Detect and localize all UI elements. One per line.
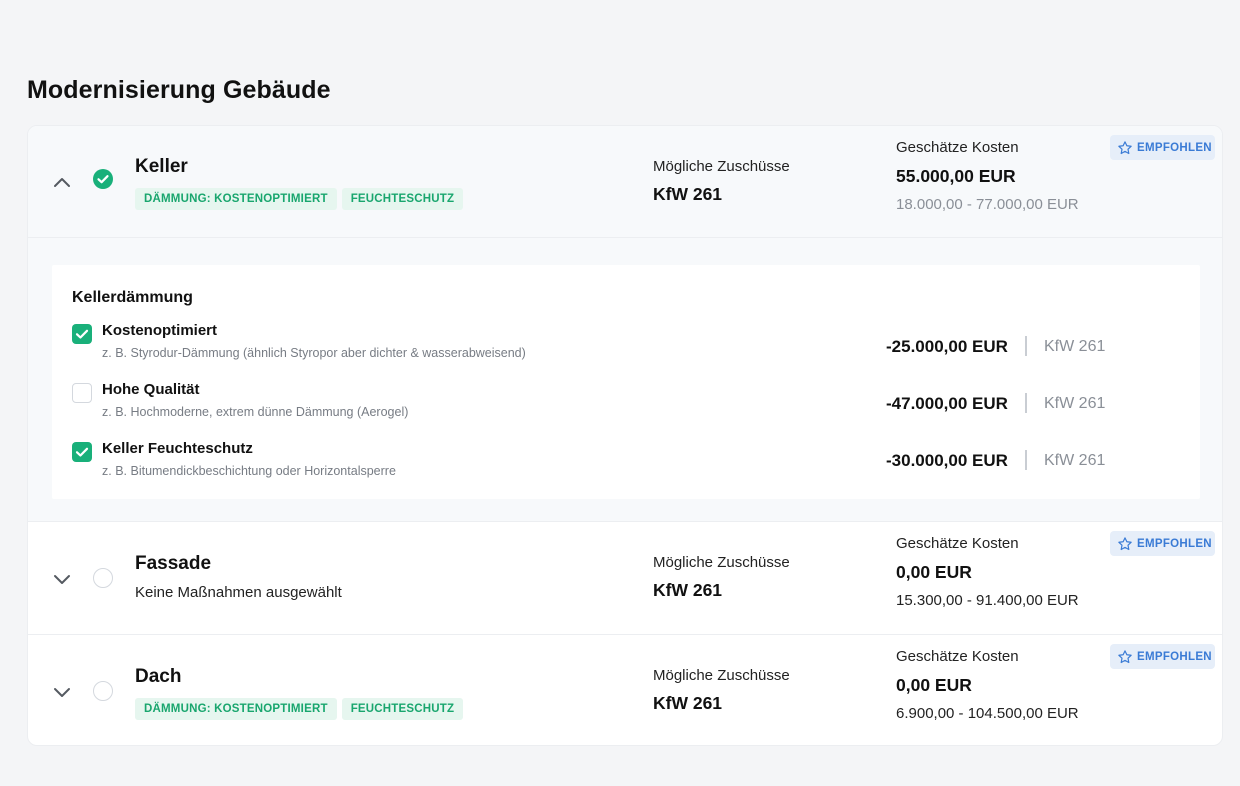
tag: FEUCHTESCHUTZ	[341, 698, 464, 720]
check-circle-icon	[93, 169, 113, 189]
option-hohe-qualitaet[interactable]: Hohe Qualität z. B. Hochmoderne, extrem …	[72, 381, 1172, 425]
option-subsidy: KfW 261	[1044, 338, 1106, 355]
badge-label: EMPFOHLEN	[1137, 537, 1212, 550]
measure-row-fassade[interactable]: Fassade Keine Maßnahmen ausgewählt Mögli…	[28, 521, 1222, 634]
keller-options-panel: Kellerdämmung Kostenoptimiert z. B. Styr…	[52, 265, 1200, 499]
chevron-down-icon[interactable]	[51, 681, 73, 703]
measure-row-keller[interactable]: Keller DÄMMUNG: KOSTENOPTIMIERT FEUCHTES…	[28, 126, 1222, 238]
divider	[1025, 393, 1027, 413]
badge-label: EMPFOHLEN	[1137, 141, 1212, 154]
tag-list: DÄMMUNG: KOSTENOPTIMIERT FEUCHTESCHUTZ	[135, 698, 464, 720]
checkbox-checked[interactable]	[72, 442, 92, 462]
badge-label: EMPFOHLEN	[1137, 650, 1212, 663]
chevron-down-icon[interactable]	[51, 568, 73, 590]
tag: DÄMMUNG: KOSTENOPTIMIERT	[135, 188, 337, 210]
subsidy-value: KfW 261	[653, 184, 723, 204]
option-label: Kostenoptimiert	[102, 322, 218, 339]
row-title: Dach	[135, 666, 182, 687]
divider	[1025, 336, 1027, 356]
panel-title: Kellerdämmung	[72, 289, 193, 306]
option-subsidy: KfW 261	[1044, 395, 1106, 412]
star-icon	[1118, 536, 1132, 550]
tag: DÄMMUNG: KOSTENOPTIMIERT	[135, 698, 337, 720]
checkbox-checked[interactable]	[72, 324, 92, 344]
option-amount: -25.000,00 EUR	[886, 337, 1008, 356]
measures-card: Keller DÄMMUNG: KOSTENOPTIMIERT FEUCHTES…	[27, 125, 1223, 746]
row-title: Keller	[135, 156, 188, 177]
recommended-badge: EMPFOHLEN	[1110, 531, 1215, 556]
subsidy-label: Mögliche Zuschüsse	[653, 554, 790, 571]
chevron-up-icon[interactable]	[51, 172, 73, 194]
option-amount: -30.000,00 EUR	[886, 451, 1008, 470]
subsidy-label: Mögliche Zuschüsse	[653, 667, 790, 684]
cost-range: 15.300,00 - 91.400,00 EUR	[896, 592, 1079, 609]
subsidy-value: KfW 261	[653, 693, 723, 713]
option-description: z. B. Hochmoderne, extrem dünne Dämmung …	[102, 405, 409, 419]
star-icon	[1118, 649, 1132, 663]
cost-value: 55.000,00 EUR	[896, 166, 1016, 186]
option-label: Keller Feuchteschutz	[102, 440, 253, 457]
option-description: z. B. Bitumendickbeschichtung oder Horiz…	[102, 464, 396, 478]
option-subsidy: KfW 261	[1044, 452, 1106, 469]
checkbox-unchecked[interactable]	[72, 383, 92, 403]
cost-value: 0,00 EUR	[896, 675, 972, 695]
cost-range: 6.900,00 - 104.500,00 EUR	[896, 705, 1079, 722]
cost-label: Geschätze Kosten	[896, 139, 1019, 156]
status-circle-empty	[93, 681, 113, 701]
option-keller-feuchteschutz[interactable]: Keller Feuchteschutz z. B. Bitumendickbe…	[72, 440, 1172, 484]
divider	[1025, 450, 1027, 470]
row-title: Fassade	[135, 553, 212, 574]
option-label: Hohe Qualität	[102, 381, 200, 398]
page-title: Modernisierung Gebäude	[27, 76, 331, 104]
row-subtitle: Keine Maßnahmen ausgewählt	[135, 584, 342, 601]
option-kostenoptimiert[interactable]: Kostenoptimiert z. B. Styrodur-Dämmung (…	[72, 322, 1172, 366]
option-amount: -47.000,00 EUR	[886, 394, 1008, 413]
recommended-badge: EMPFOHLEN	[1110, 135, 1215, 160]
cost-label: Geschätze Kosten	[896, 535, 1019, 552]
tag: FEUCHTESCHUTZ	[341, 188, 464, 210]
star-icon	[1118, 140, 1132, 154]
option-description: z. B. Styrodur-Dämmung (ähnlich Styropor…	[102, 346, 526, 360]
cost-range: 18.000,00 - 77.000,00 EUR	[896, 196, 1079, 213]
measure-row-dach[interactable]: Dach DÄMMUNG: KOSTENOPTIMIERT FEUCHTESCH…	[28, 634, 1222, 745]
status-circle-empty	[93, 568, 113, 588]
subsidy-value: KfW 261	[653, 580, 723, 600]
tag-list: DÄMMUNG: KOSTENOPTIMIERT FEUCHTESCHUTZ	[135, 188, 464, 210]
subsidy-label: Mögliche Zuschüsse	[653, 158, 790, 175]
cost-label: Geschätze Kosten	[896, 648, 1019, 665]
recommended-badge: EMPFOHLEN	[1110, 644, 1215, 669]
cost-value: 0,00 EUR	[896, 562, 972, 582]
keller-expanded-area: Kellerdämmung Kostenoptimiert z. B. Styr…	[28, 238, 1222, 521]
